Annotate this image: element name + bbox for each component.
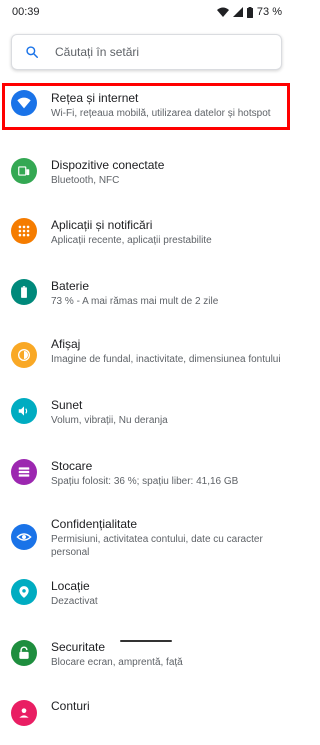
status-icons: 73 % — [216, 6, 282, 18]
lock-icon — [11, 639, 37, 666]
apps-icon — [11, 218, 37, 244]
settings-item-title: Confidențialitate — [51, 517, 138, 531]
settings-item-security[interactable]: Securitate Blocare ecran, amprentă, față — [0, 624, 292, 685]
settings-item-title: Afișaj — [51, 337, 81, 351]
location-icon — [11, 579, 37, 605]
settings-item-subtitle: Volum, vibrații, Nu deranja — [51, 415, 168, 426]
settings-item-storage[interactable]: Stocare Spațiu folosit: 36 %; spațiu lib… — [0, 443, 292, 504]
settings-item-subtitle: Aplicații recente, aplicații prestabilit… — [51, 235, 212, 246]
settings-item-apps[interactable]: Aplicații și notificări Aplicații recent… — [0, 201, 292, 262]
settings-item-subtitle: Blocare ecran, amprentă, față — [51, 656, 183, 668]
settings-item-connected-devices[interactable]: Dispozitive conectate Bluetooth, NFC — [0, 141, 292, 202]
settings-item-title: Dispozitive conectate — [51, 157, 165, 172]
settings-item-subtitle: Spațiu folosit: 36 %; spațiu liber: 41,1… — [51, 475, 239, 487]
status-bar: 00:39 73 % — [0, 0, 292, 24]
settings-item-display[interactable]: Afișaj Imagine de fundal, inactivitate, … — [0, 322, 292, 382]
settings-item-title: Locație — [51, 579, 90, 593]
settings-item-location[interactable]: Locație Dezactivat — [0, 563, 292, 624]
settings-item-title: Stocare — [51, 458, 93, 473]
settings-item-subtitle: Dezactivat — [51, 596, 98, 607]
brightness-icon — [11, 342, 37, 368]
wifi-signal-icon — [216, 7, 229, 17]
settings-item-subtitle: Imagine de fundal, inactivitate, dimensi… — [51, 354, 281, 365]
settings-item-privacy[interactable]: Confidențialitate Permisiuni, activitate… — [0, 503, 292, 563]
settings-item-subtitle: Bluetooth, NFC — [51, 174, 120, 186]
settings-item-title: Aplicații și notificări — [51, 218, 153, 232]
settings-item-battery[interactable]: Baterie 73 % - A mai rămas mai mult de 2… — [0, 262, 292, 323]
battery-status-icon — [246, 6, 253, 18]
settings-item-title: Conturi — [51, 699, 90, 713]
highlight-box — [2, 83, 290, 130]
settings-item-title: Baterie — [51, 278, 90, 293]
settings-item-subtitle: Permisiuni, activitatea contului, date c… — [51, 534, 263, 558]
status-time: 00:39 — [12, 6, 40, 18]
gesture-nav-bar[interactable] — [120, 640, 172, 642]
settings-item-accounts[interactable]: Conturi — [0, 684, 292, 745]
search-bar[interactable]: Căutați în setări — [11, 34, 282, 70]
settings-item-subtitle: 73 % - A mai rămas mai mult de 2 zile — [51, 295, 219, 307]
privacy-eye-icon — [11, 524, 37, 550]
devices-icon — [11, 157, 37, 184]
settings-list: Rețea și internet Wi-Fi, rețeaua mobilă,… — [0, 80, 292, 745]
volume-icon — [11, 398, 37, 424]
cell-signal-icon — [232, 7, 243, 17]
battery-percent: 73 % — [256, 6, 282, 18]
settings-item-title: Sunet — [51, 398, 83, 412]
search-icon — [26, 46, 38, 58]
account-icon — [11, 700, 37, 726]
storage-icon — [11, 458, 37, 485]
settings-item-sound[interactable]: Sunet Volum, vibrații, Nu deranja — [0, 382, 292, 443]
search-placeholder: Căutați în setări — [55, 45, 140, 59]
battery-icon — [11, 278, 37, 305]
